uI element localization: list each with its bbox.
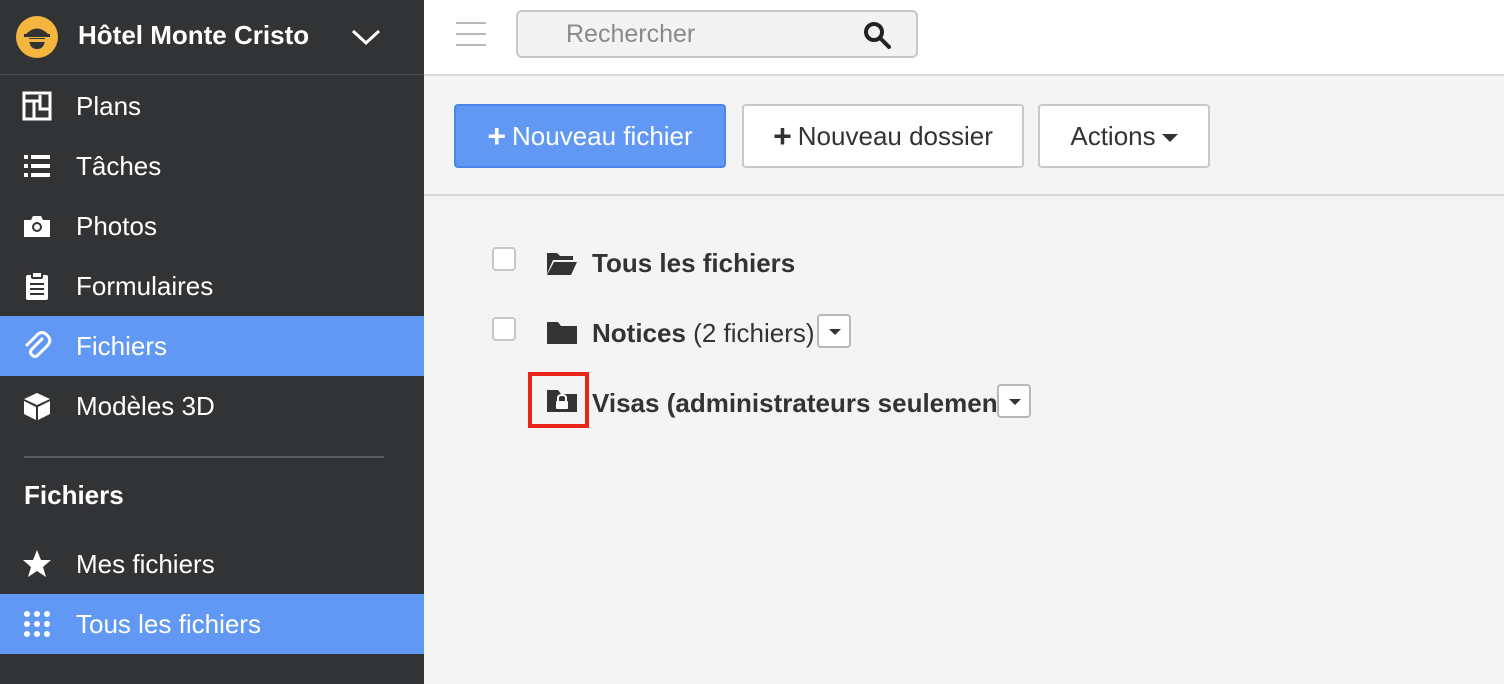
search-icon[interactable] [862,20,892,50]
star-icon [23,550,51,577]
sidebar-item-label: Fichiers [76,330,168,361]
sidebar-section-title: Fichiers [24,480,124,510]
row-label: Notices (2 fichiers) [592,318,815,349]
chevron-down-icon[interactable] [350,26,382,48]
folder-options-dropdown[interactable] [997,384,1031,418]
folder-name: Tous les fichiers [592,248,796,278]
sidebar-item-fichiers[interactable]: Fichiers [0,316,424,376]
sidebar-item-photos[interactable]: Photos [0,196,424,256]
sidebar-item-label: Tous les fichiers [76,608,261,639]
sidebar-item-taches[interactable]: Tâches [0,136,424,196]
topbar [424,0,1504,76]
sidebar-divider [24,456,384,458]
new-folder-button[interactable]: + Nouveau dossier [742,104,1024,168]
project-selector[interactable]: Hôtel Monte Cristo [0,0,424,75]
caret-down-icon [829,329,841,335]
caret-down-icon [1009,399,1021,405]
new-file-button[interactable]: + Nouveau fichier [454,104,726,168]
sidebar-item-plans[interactable]: Plans [0,76,424,136]
sidebar-item-tous-les-fichiers[interactable]: Tous les fichiers [0,594,424,654]
sidebar-item-label: Modèles 3D [76,390,215,421]
sidebar-item-label: Formulaires [76,270,214,301]
search-input[interactable] [518,12,848,56]
row-checkbox[interactable] [492,317,516,341]
folder-open-icon [547,253,577,275]
hamburger-menu-icon[interactable] [456,22,486,48]
sidebar-item-label: Tâches [76,150,162,181]
folder-name: Notices [592,318,686,348]
highlight-box [528,372,589,428]
grid-dots-icon [24,611,50,637]
file-row-tous-les-fichiers[interactable]: Tous les fichiers [424,238,1504,288]
worker-logo-icon [16,16,58,58]
row-checkbox[interactable] [492,247,516,271]
actions-dropdown-button[interactable]: Actions [1038,104,1210,168]
row-label: Visas (administrateurs seulement) [592,388,1015,419]
file-count: (2 fichiers) [693,318,815,348]
plans-icon [22,91,52,121]
cube-icon [24,393,50,420]
folder-name: Visas (administrateurs seulement) [592,388,1015,418]
sidebar-item-formulaires[interactable]: Formulaires [0,256,424,316]
new-file-label: Nouveau fichier [512,120,693,151]
search-box [516,10,918,58]
sidebar-item-label: Mes fichiers [76,548,215,579]
camera-icon [24,216,50,237]
sidebar: Hôtel Monte Cristo Plans Tâches Photos F… [0,0,424,684]
file-row-notices[interactable]: Notices (2 fichiers) [424,306,1504,356]
sidebar-item-label: Photos [76,210,157,241]
folder-options-dropdown[interactable] [817,314,851,348]
sidebar-item-label: Plans [76,90,142,121]
sidebar-item-modeles-3d[interactable]: Modèles 3D [0,376,424,436]
caret-down-icon [1161,134,1178,142]
new-folder-label: Nouveau dossier [797,120,993,151]
project-name: Hôtel Monte Cristo [78,20,310,50]
plus-icon: + [773,117,792,154]
paperclip-icon [25,331,52,358]
plus-icon: + [487,117,507,154]
row-label: Tous les fichiers [592,248,795,279]
folder-icon [547,322,577,344]
list-icon [24,155,50,177]
sidebar-item-mes-fichiers[interactable]: Mes fichiers [0,534,424,594]
actions-label: Actions [1070,120,1156,151]
clipboard-icon [26,271,48,300]
toolbar: + Nouveau fichier + Nouveau dossier Acti… [424,76,1504,196]
